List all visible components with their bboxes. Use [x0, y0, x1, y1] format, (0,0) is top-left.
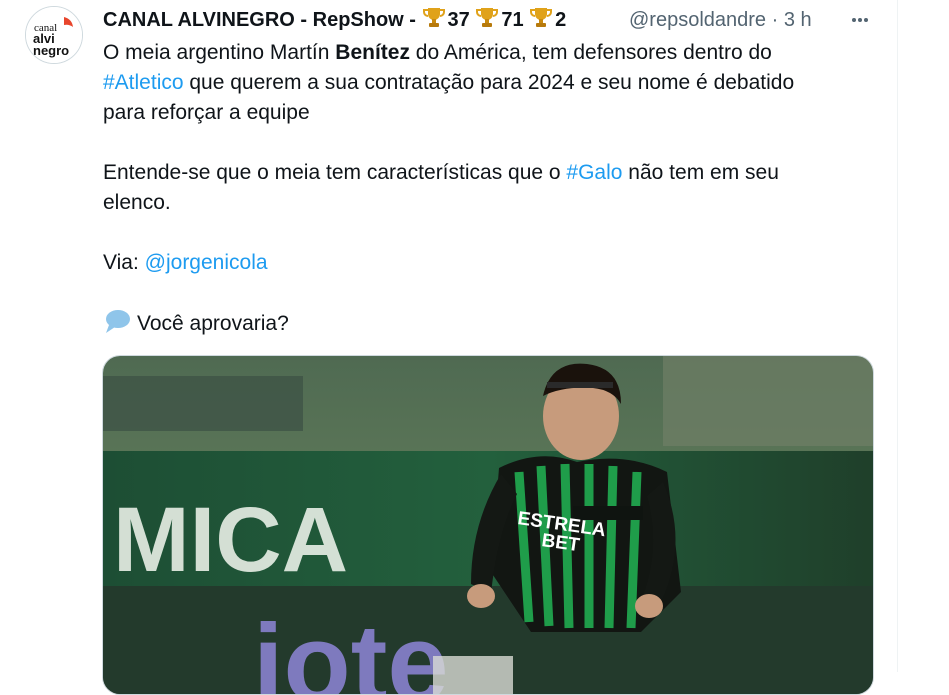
trophy-count-2: 71 [501, 9, 524, 31]
tweet-header: CANAL ALVINEGRO - RepShow - 37 71 2 @rep… [103, 6, 873, 34]
tweet-time[interactable]: 3 h [784, 9, 812, 31]
more-button[interactable] [845, 6, 875, 34]
trophy-count-3: 2 [555, 9, 567, 31]
text-l1-post: do América, tem defensores dentro do [409, 41, 772, 64]
trophy-icon [476, 8, 499, 27]
author-name[interactable]: CANAL ALVINEGRO - RepShow - [103, 9, 416, 31]
more-icon [852, 18, 868, 22]
text-l1-bold: Benítez [335, 41, 410, 64]
author-name-row[interactable]: CANAL ALVINEGRO - RepShow - 37 71 2 [103, 6, 623, 34]
column-divider [897, 0, 898, 672]
trophy-badge-2: 71 [475, 8, 529, 31]
text-line-2: #Atletico que querem a sua contratação p… [103, 68, 883, 98]
mention-jorgenicola[interactable]: @jorgenicola [145, 251, 268, 274]
dot-separator: · [771, 9, 779, 31]
avatar-text-3: negro [33, 43, 69, 58]
handle-time: @repsoldandre · 3 h [629, 6, 812, 34]
question-text: Você aprovaria? [137, 312, 289, 335]
tweet-text: O meia argentino Martín Benítez do Améri… [103, 38, 883, 339]
text-line-4: Entende-se que o meia tem característica… [103, 158, 883, 188]
trophy-icon [422, 8, 445, 27]
author-handle[interactable]: @repsoldandre [629, 6, 766, 34]
speech-bubble-icon [106, 310, 130, 333]
text-l4-post: não tem em seu [622, 161, 779, 184]
trophy-badge-1: 37 [422, 8, 476, 31]
hashtag-galo[interactable]: #Galo [566, 161, 622, 184]
via-label: Via: [103, 251, 145, 274]
trophy-icon [530, 8, 553, 27]
trophy-badge-3: 2 [529, 8, 567, 31]
board-text-1: MICA [113, 489, 348, 591]
player-photo: MICA iote ESTRELA BET [103, 356, 873, 695]
text-line-3: para reforçar a equipe [103, 101, 310, 124]
tweet-media[interactable]: MICA iote ESTRELA BET [102, 355, 874, 695]
text-line-question: Você aprovaria? [103, 308, 883, 339]
board-text-2: iote [253, 602, 449, 695]
text-l2-post: que querem a sua contratação para 2024 e… [183, 71, 795, 94]
avatar-logo: canal alvi negro [26, 7, 82, 63]
trophy-count-1: 37 [447, 9, 470, 31]
author-avatar[interactable]: canal alvi negro [25, 6, 83, 64]
text-l4-pre: Entende-se que o meia tem característica… [103, 161, 567, 184]
text-l1-pre: O meia argentino Martín [103, 41, 336, 64]
text-line-5: elenco. [103, 191, 171, 214]
hashtag-atletico[interactable]: #Atletico [103, 71, 184, 94]
text-line-via: Via: @jorgenicola [103, 248, 883, 278]
text-line-1: O meia argentino Martín Benítez do Améri… [103, 38, 883, 68]
